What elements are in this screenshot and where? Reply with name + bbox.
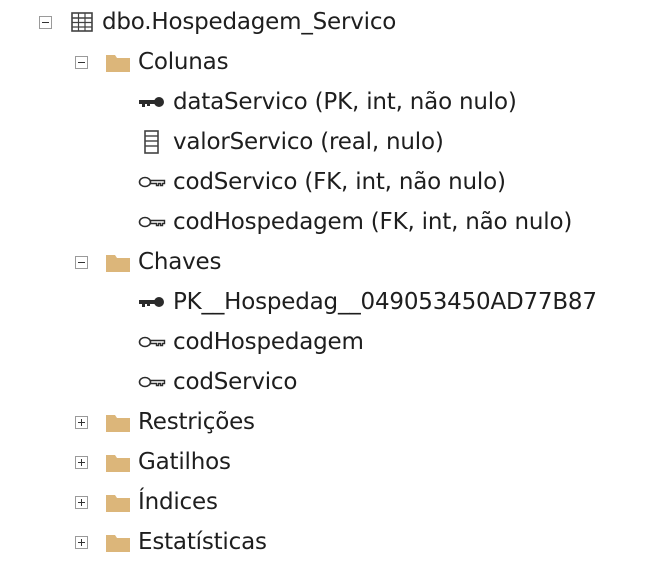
folder-icon bbox=[106, 455, 130, 472]
collapse-toggle[interactable] bbox=[75, 256, 88, 269]
folder-icon bbox=[106, 55, 130, 72]
foreign-key-icon bbox=[138, 336, 166, 348]
object-explorer-tree: dbo.Hospedagem_Servico Colunas dataServi… bbox=[0, 0, 649, 562]
collapse-toggle[interactable] bbox=[75, 56, 88, 69]
key-label: codHospedagem bbox=[173, 329, 364, 355]
expand-toggle[interactable] bbox=[75, 496, 88, 509]
expand-toggle[interactable] bbox=[75, 416, 88, 429]
folder-icon bbox=[106, 415, 130, 432]
column-label: dataServico (PK, int, não nulo) bbox=[173, 89, 517, 115]
folder-label: Colunas bbox=[138, 49, 229, 75]
foreign-key-icon bbox=[138, 216, 166, 228]
primary-key-icon bbox=[139, 97, 164, 107]
column-label: codServico (FK, int, não nulo) bbox=[173, 169, 506, 195]
column-label: codHospedagem (FK, int, não nulo) bbox=[173, 209, 573, 235]
folder-label: Estatísticas bbox=[138, 529, 267, 555]
folder-icon bbox=[106, 535, 130, 552]
primary-key-icon bbox=[139, 297, 164, 307]
folder-label: Restrições bbox=[138, 409, 255, 435]
folder-label: Chaves bbox=[138, 249, 222, 275]
column-label: valorServico (real, nulo) bbox=[173, 129, 444, 155]
foreign-key-icon bbox=[138, 376, 166, 388]
folder-icon bbox=[106, 495, 130, 512]
collapse-toggle[interactable] bbox=[39, 16, 52, 29]
key-label: PK__Hospedag__049053450AD77B87 bbox=[173, 289, 597, 315]
table-icon bbox=[71, 12, 93, 32]
column-icon bbox=[144, 130, 159, 154]
folder-label: Índices bbox=[138, 489, 218, 515]
expand-toggle[interactable] bbox=[75, 536, 88, 549]
key-label: codServico bbox=[173, 369, 298, 395]
table-label: dbo.Hospedagem_Servico bbox=[102, 9, 397, 35]
expand-toggle[interactable] bbox=[75, 456, 88, 469]
folder-label: Gatilhos bbox=[138, 449, 231, 475]
folder-icon bbox=[106, 255, 130, 272]
foreign-key-icon bbox=[138, 176, 166, 188]
